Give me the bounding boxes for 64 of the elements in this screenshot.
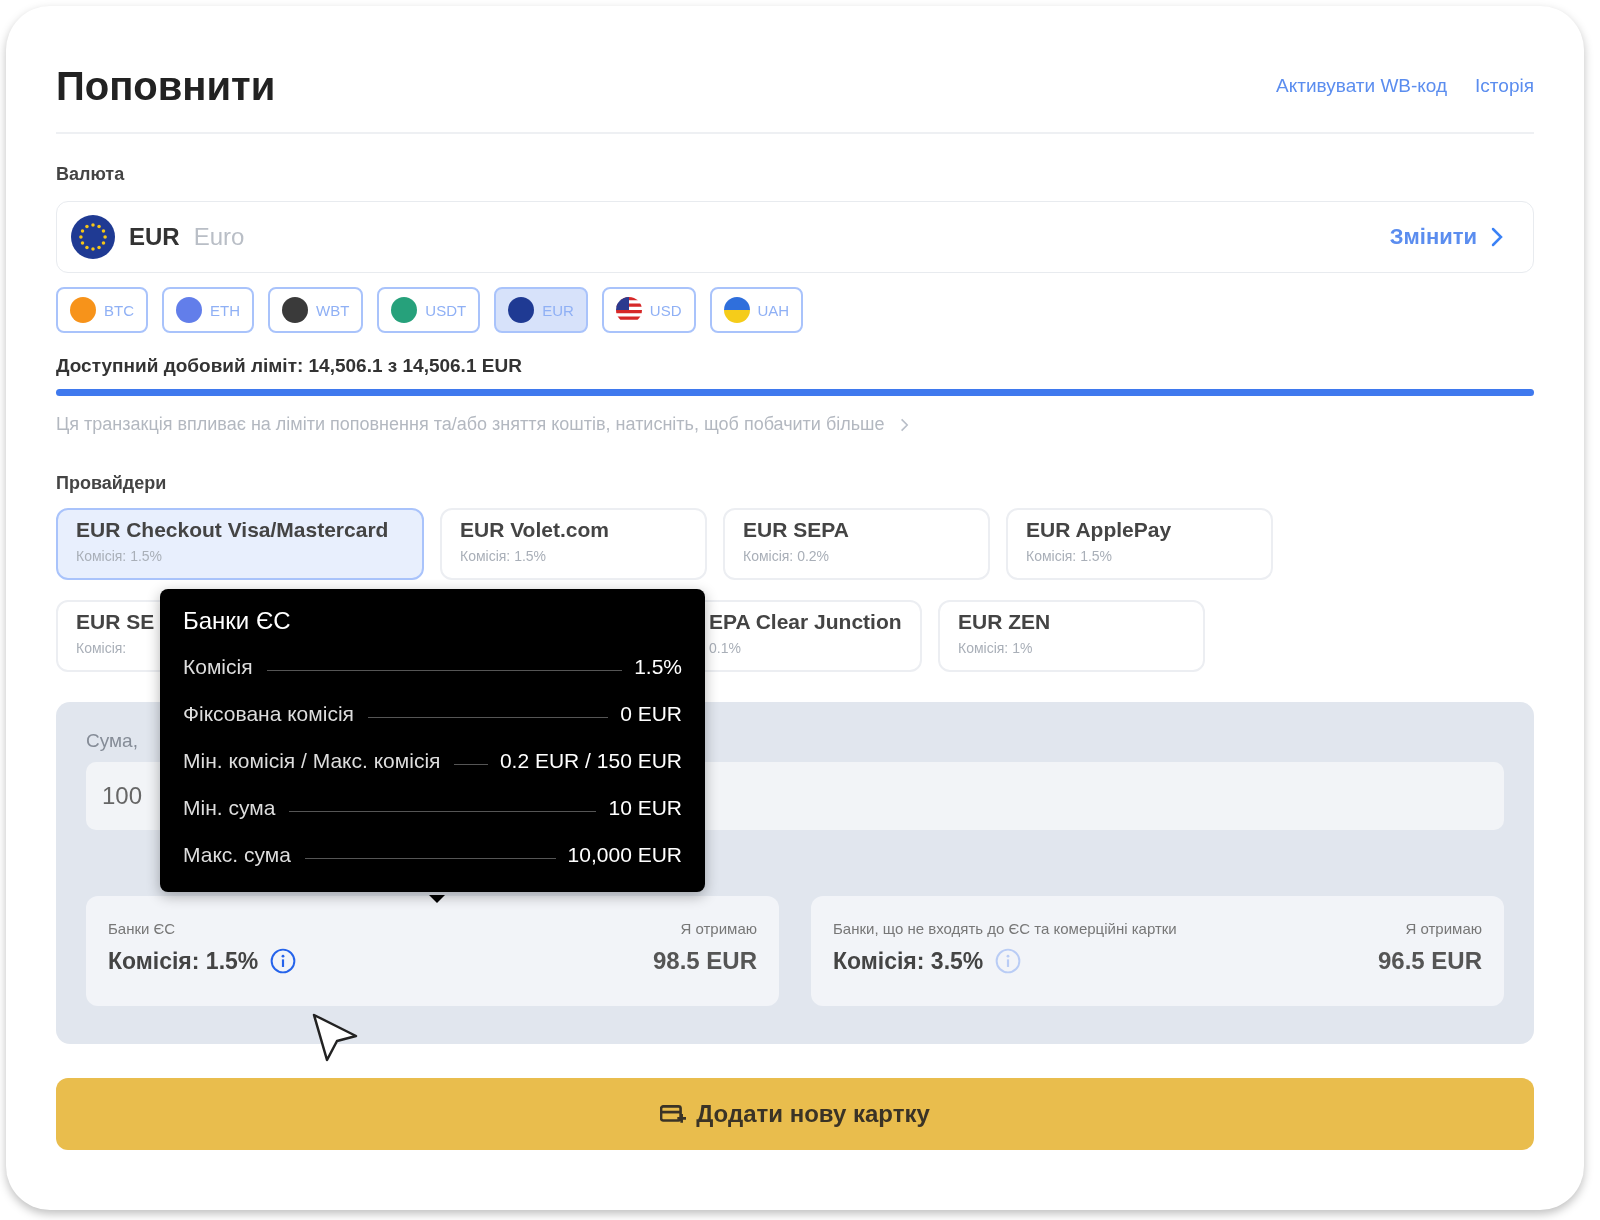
provider-card[interactable]: EUR Volet.com Комісія: 1.5% [440,508,707,580]
tooltip-title: Банки ЄС [183,607,292,635]
header-link[interactable]: Активувати WB-код [1276,75,1448,97]
provider-fee: 0.1% [709,640,741,656]
chevron-right-icon [898,416,909,433]
tooltip-label: Мін. сума [183,795,276,820]
provider-card[interactable]: EUR ZEN Комісія: 1% [938,600,1205,672]
currency-name: Euro [193,223,245,251]
currency-chip[interactable]: WBT [268,287,364,333]
provider-name: EUR Checkout Visa/Mastercard [76,518,389,542]
section-label: Провайдери [56,473,168,494]
provider-fee: Комісія: 1.5% [1026,548,1113,564]
limit-note[interactable]: Ця транзакція впливає на ліміти поповнення та/або зняття коштів, натисніть, щоб побачити більше [56,414,885,435]
provider-card[interactable]: EUR SEPA Комісія: 0.2% [723,508,990,580]
amount-label: Сума, [86,730,138,752]
provider-card[interactable]: EUR Checkout Visa/Mastercard Комісія: 1.5% [56,508,424,580]
card-icon [660,1103,687,1125]
tooltip-label: Комісія [183,654,253,679]
provider-name: EPA Clear Junction [709,610,902,634]
limit-text: Доступний добовий ліміт: 14,506.1 з 14,506.1 EUR [56,355,523,377]
flag-icon [723,297,750,323]
provider-fee: Комісія: 1.5% [76,548,163,564]
tooltip-value: 10,000 EUR [567,842,682,867]
provider-name: EUR SEPA [743,518,849,542]
currency-select[interactable]: EUR Euro Змінити [56,201,1534,273]
currency-chip[interactable]: USDT [377,287,481,333]
receive-label: Я отримаю [680,920,757,937]
header-link[interactable]: Історія [1475,75,1534,97]
receive-label: Я отримаю [1405,920,1482,937]
tooltip-label: Фіксована комісія [183,701,354,726]
result-fee: Комісія: 3.5% [833,947,984,975]
chevron-right-icon [1491,227,1503,247]
tooltip-value: 1.5% [634,654,682,679]
section-label: Валюта [56,164,126,185]
currency-code: EUR [129,223,180,251]
provider-name: EUR ZEN [958,610,1051,634]
currency-chip[interactable]: BTC [56,287,148,333]
currency-chip[interactable]: USD [601,287,696,333]
info-icon[interactable] [270,948,297,974]
euro-flag-icon [71,215,115,259]
add-card-button[interactable]: Додати нову картку [56,1078,1534,1150]
provider-fee: Комісія: 1.5% [460,548,547,564]
provider-fee: Комісія: 1% [958,640,1033,656]
currency-chip[interactable]: UAH [709,287,804,333]
result-group: Банки, що не входять до ЄС та комерційні картки [833,920,1177,937]
receive-amount: 98.5 EUR [652,947,757,975]
currency-chip[interactable]: ETH [162,287,254,333]
currency-chip[interactable]: EUR [494,287,588,333]
provider-fee: Комісія: [76,640,127,656]
provider-name: EUR ApplePay [1026,518,1172,542]
provider-card[interactable]: EUR ApplePay Комісія: 1.5% [1006,508,1273,580]
receive-amount: 96.5 EUR [1377,947,1482,975]
tooltip-value: 0 EUR [620,701,682,726]
result-fee: Комісія: 1.5% [108,947,259,975]
change-link[interactable]: Змінити [1389,224,1477,250]
result-group: Банки ЄС [108,920,176,937]
tooltip-label: Макс. сума [183,842,291,867]
provider-fee: Комісія: 0.2% [743,548,830,564]
tooltip-value: 10 EUR [608,795,682,820]
page-title: Поповнити [56,63,276,109]
flag-icon [615,297,642,323]
tooltip-tail [429,895,445,903]
provider-name: EUR SE [76,610,155,634]
provider-name: EUR Volet.com [460,518,609,542]
